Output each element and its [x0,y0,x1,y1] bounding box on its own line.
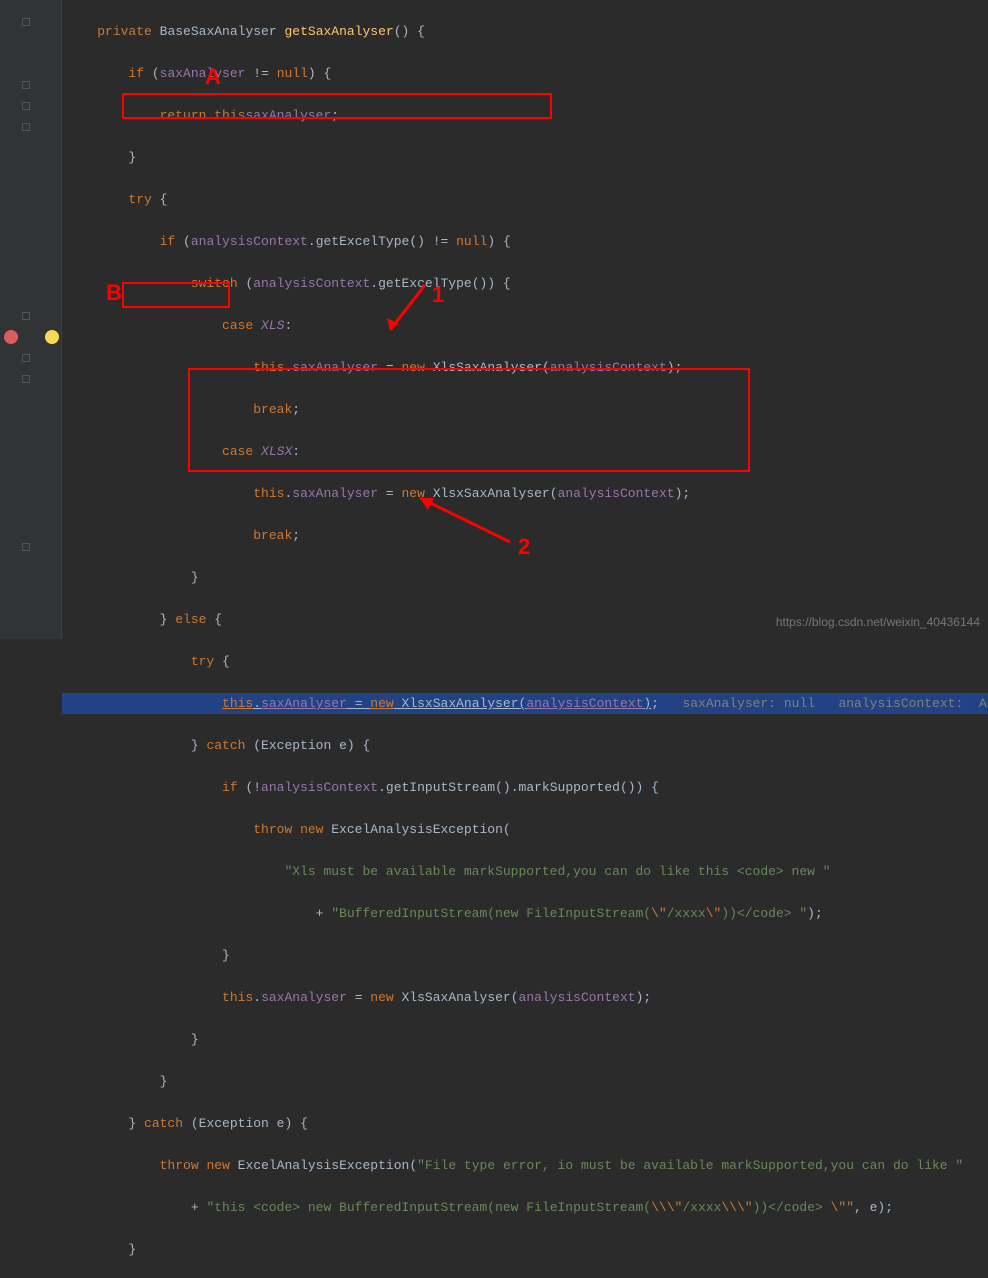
watermark: https://blog.csdn.net/weixin_40436144 [776,615,980,629]
breakpoint-icon[interactable] [4,330,18,344]
code-line[interactable]: case XLS: [62,315,988,336]
code-line[interactable]: throw new ExcelAnalysisException("File t… [62,1155,988,1176]
code-line[interactable]: } catch (Exception e) { [62,735,988,756]
fold-marker[interactable] [22,18,30,26]
fold-marker[interactable] [22,375,30,383]
code-editor[interactable]: private BaseSaxAnalyser getSaxAnalyser()… [62,0,988,1278]
code-line[interactable]: break; [62,525,988,546]
code-line[interactable]: if (analysisContext.getExcelType() != nu… [62,231,988,252]
code-line[interactable]: return thissaxAnalyser; [62,105,988,126]
code-line[interactable]: } [62,1071,988,1092]
code-line[interactable]: try { [62,651,988,672]
code-line[interactable]: } [62,1239,988,1260]
code-line[interactable]: break; [62,399,988,420]
code-line[interactable]: try { [62,189,988,210]
code-line[interactable]: this.saxAnalyser = new XlsxSaxAnalyser(a… [62,483,988,504]
code-line[interactable]: "Xls must be available markSupported,you… [62,861,988,882]
method-name: getSaxAnalyser [284,24,393,39]
editor-gutter [0,0,62,639]
lightbulb-icon[interactable] [45,330,59,344]
code-line[interactable]: this.saxAnalyser = new XlsSaxAnalyser(an… [62,357,988,378]
code-line[interactable]: } [62,945,988,966]
fold-marker[interactable] [22,123,30,131]
fold-marker[interactable] [22,102,30,110]
fold-marker[interactable] [22,312,30,320]
type: BaseSaxAnalyser [160,24,277,39]
code-line[interactable]: throw new ExcelAnalysisException( [62,819,988,840]
code-line[interactable]: this.saxAnalyser = new XlsxSaxAnalyser(a… [62,693,988,714]
code-line[interactable]: this.saxAnalyser = new XlsSaxAnalyser(an… [62,987,988,1008]
fold-marker[interactable] [22,543,30,551]
code-line[interactable]: } catch (Exception e) { [62,1113,988,1134]
code-line[interactable]: switch (analysisContext.getExcelType()) … [62,273,988,294]
debug-inline-hint: saxAnalyser: null analysisContext: Analy [659,696,988,711]
code-line[interactable]: + "BufferedInputStream(new FileInputStre… [62,903,988,924]
code-line[interactable]: + "this <code> new BufferedInputStream(n… [62,1197,988,1218]
keyword: private [97,24,152,39]
code-line[interactable]: if (saxAnalyser != null) { [62,63,988,84]
code-line[interactable]: private BaseSaxAnalyser getSaxAnalyser()… [62,21,988,42]
code-line[interactable]: case XLSX: [62,441,988,462]
code-line[interactable]: if (!analysisContext.getInputStream().ma… [62,777,988,798]
code-line[interactable]: } [62,567,988,588]
code-line[interactable]: } [62,1029,988,1050]
fold-marker[interactable] [22,354,30,362]
fold-marker[interactable] [22,81,30,89]
code-line[interactable]: } [62,147,988,168]
